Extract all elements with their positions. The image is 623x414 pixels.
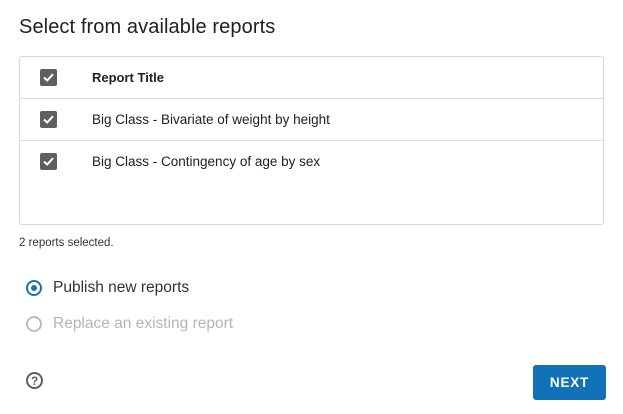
report-title-cell: Big Class - Contingency of age by sex xyxy=(92,154,321,169)
table-row[interactable]: Big Class - Contingency of age by sex xyxy=(20,141,603,182)
table-row[interactable]: Big Class - Bivariate of weight by heigh… xyxy=(20,99,603,141)
select-all-checkbox[interactable] xyxy=(40,69,57,86)
column-header-report-title: Report Title xyxy=(92,70,164,85)
replace-existing-label: Replace an existing report xyxy=(53,315,234,332)
publish-new-radio[interactable] xyxy=(26,280,42,296)
page-title: Select from available reports xyxy=(19,16,276,38)
table-header-row: Report Title xyxy=(20,57,603,99)
replace-existing-radio xyxy=(26,316,42,332)
publish-new-option[interactable]: Publish new reports xyxy=(26,279,189,297)
next-button[interactable]: NEXT xyxy=(533,365,606,400)
row-checkbox[interactable] xyxy=(40,153,57,170)
check-icon xyxy=(43,115,54,124)
row-checkbox[interactable] xyxy=(40,111,57,128)
help-icon[interactable]: ? xyxy=(26,372,43,389)
selection-count: 2 reports selected. xyxy=(19,237,114,249)
check-icon xyxy=(43,157,54,166)
reports-table: Report Title Big Class - Bivariate of we… xyxy=(19,56,604,225)
replace-existing-option: Replace an existing report xyxy=(26,315,233,333)
report-title-cell: Big Class - Bivariate of weight by heigh… xyxy=(92,112,330,127)
publish-new-label[interactable]: Publish new reports xyxy=(53,279,189,297)
publish-dialog: Select from available reports Report Tit… xyxy=(0,0,623,414)
check-icon xyxy=(43,73,54,82)
